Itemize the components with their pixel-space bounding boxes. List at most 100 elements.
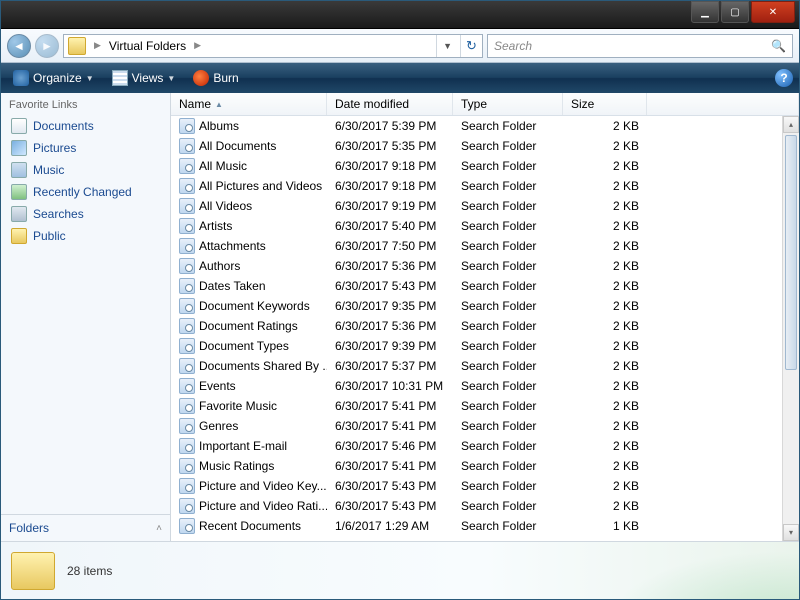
search-folder-icon [179,358,195,374]
burn-button[interactable]: Burn [187,68,244,88]
address-dropdown[interactable]: ▼ [437,41,458,51]
help-button[interactable]: ? [775,69,793,87]
file-row[interactable]: All Videos6/30/2017 9:19 PMSearch Folder… [171,196,799,216]
file-row[interactable]: Picture and Video Key...6/30/2017 5:43 P… [171,476,799,496]
file-row[interactable]: Favorite Music6/30/2017 5:41 PMSearch Fo… [171,396,799,416]
scroll-track[interactable] [783,133,799,524]
views-menu[interactable]: Views ▼ [106,68,182,88]
file-name: Picture and Video Rati... [199,499,327,513]
file-name: Music Ratings [199,459,274,473]
file-row[interactable]: Document Keywords6/30/2017 9:35 PMSearch… [171,296,799,316]
file-row[interactable]: Document Ratings6/30/2017 5:36 PMSearch … [171,316,799,336]
file-date: 6/30/2017 5:39 PM [327,119,453,133]
vertical-scrollbar[interactable]: ▴ ▾ [782,116,799,541]
address-bar[interactable]: ▶ Virtual Folders ▶ ▼ ↻ [63,34,483,58]
forward-button[interactable]: ► [35,34,59,58]
search-icon[interactable]: 🔍 [771,39,786,53]
file-row[interactable]: All Pictures and Videos 6/30/2017 9:18 PM… [171,176,799,196]
breadcrumb-segment[interactable]: Virtual Folders [105,39,190,53]
file-row[interactable]: Dates Taken6/30/2017 5:43 PMSearch Folde… [171,276,799,296]
file-row[interactable]: Authors6/30/2017 5:36 PMSearch Folder2 K… [171,256,799,276]
file-name: Important E-mail [199,439,287,453]
minimize-button[interactable]: ▁ [691,1,719,23]
file-name: Genres [199,419,238,433]
file-size: 2 KB [563,479,647,493]
file-row[interactable]: Artists6/30/2017 5:40 PMSearch Folder2 K… [171,216,799,236]
search-folder-icon [179,218,195,234]
file-type: Search Folder [453,199,563,213]
favorite-label: Public [33,229,66,243]
file-row[interactable]: Important E-mail6/30/2017 5:46 PMSearch … [171,436,799,456]
file-type: Search Folder [453,299,563,313]
file-name: Authors [199,259,240,273]
chevron-up-icon[interactable]: ˄ [156,523,162,534]
maximize-button[interactable]: ▢ [721,1,749,23]
file-size: 2 KB [563,399,647,413]
chevron-down-icon: ▼ [167,74,175,83]
column-extra[interactable] [647,93,799,115]
scroll-thumb[interactable] [785,135,797,370]
organize-menu[interactable]: Organize ▼ [7,68,100,88]
file-type: Search Folder [453,479,563,493]
search-folder-icon [179,138,195,154]
chevron-right-icon[interactable]: ▶ [190,40,205,51]
file-row[interactable]: Genres6/30/2017 5:41 PMSearch Folder2 KB [171,416,799,436]
file-row[interactable]: Attachments6/30/2017 7:50 PMSearch Folde… [171,236,799,256]
chevron-right-icon[interactable]: ▶ [90,40,105,51]
file-row[interactable]: Recent Documents1/6/2017 1:29 AMSearch F… [171,516,799,536]
search-folder-icon [179,478,195,494]
file-date: 6/30/2017 9:35 PM [327,299,453,313]
file-size: 2 KB [563,439,647,453]
favorite-link[interactable]: Documents [1,115,170,137]
file-row[interactable]: Document Types6/30/2017 9:39 PMSearch Fo… [171,336,799,356]
file-name: Document Types [199,339,289,353]
file-type: Search Folder [453,179,563,193]
file-size: 2 KB [563,199,647,213]
file-date: 6/30/2017 5:43 PM [327,479,453,493]
file-date: 6/30/2017 9:18 PM [327,179,453,193]
chevron-down-icon: ▼ [86,74,94,83]
favorite-link[interactable]: Music [1,159,170,181]
search-input[interactable]: Search 🔍 [487,34,793,58]
file-type: Search Folder [453,239,563,253]
file-type: Search Folder [453,359,563,373]
file-size: 2 KB [563,179,647,193]
file-type: Search Folder [453,459,563,473]
file-row[interactable]: All Music6/30/2017 9:18 PMSearch Folder2… [171,156,799,176]
column-size[interactable]: Size [563,93,647,115]
file-row[interactable]: Albums6/30/2017 5:39 PMSearch Folder2 KB [171,116,799,136]
favorite-link[interactable]: Pictures [1,137,170,159]
back-button[interactable]: ◄ [7,34,31,58]
search-folder-icon [179,398,195,414]
file-date: 1/6/2017 1:29 AM [327,519,453,533]
folders-header[interactable]: Folders ˄ [1,514,170,541]
file-type: Search Folder [453,139,563,153]
file-name: All Pictures and Videos [199,179,322,193]
file-row[interactable]: Picture and Video Rati...6/30/2017 5:43 … [171,496,799,516]
file-name: Albums [199,119,239,133]
search-folder-icon [179,338,195,354]
refresh-button[interactable]: ↻ [460,35,482,57]
file-row[interactable]: All Documents6/30/2017 5:35 PMSearch Fol… [171,136,799,156]
file-date: 6/30/2017 5:40 PM [327,219,453,233]
column-type[interactable]: Type [453,93,563,115]
sort-asc-icon: ▲ [215,100,223,109]
organize-icon [13,70,29,86]
file-row[interactable]: Documents Shared By ...6/30/2017 5:37 PM… [171,356,799,376]
scroll-up-button[interactable]: ▴ [783,116,799,133]
favorite-label: Documents [33,119,94,133]
scroll-down-button[interactable]: ▾ [783,524,799,541]
file-size: 2 KB [563,339,647,353]
file-type: Search Folder [453,319,563,333]
file-type: Search Folder [453,119,563,133]
file-date: 6/30/2017 7:50 PM [327,239,453,253]
favorite-link[interactable]: Recently Changed [1,181,170,203]
titlebar[interactable]: ▁ ▢ ✕ [1,1,799,29]
column-date[interactable]: Date modified [327,93,453,115]
close-button[interactable]: ✕ [751,1,795,23]
column-name[interactable]: Name▲ [171,93,327,115]
favorite-link[interactable]: Public [1,225,170,247]
file-row[interactable]: Events6/30/2017 10:31 PMSearch Folder2 K… [171,376,799,396]
favorite-link[interactable]: Searches [1,203,170,225]
file-row[interactable]: Music Ratings6/30/2017 5:41 PMSearch Fol… [171,456,799,476]
